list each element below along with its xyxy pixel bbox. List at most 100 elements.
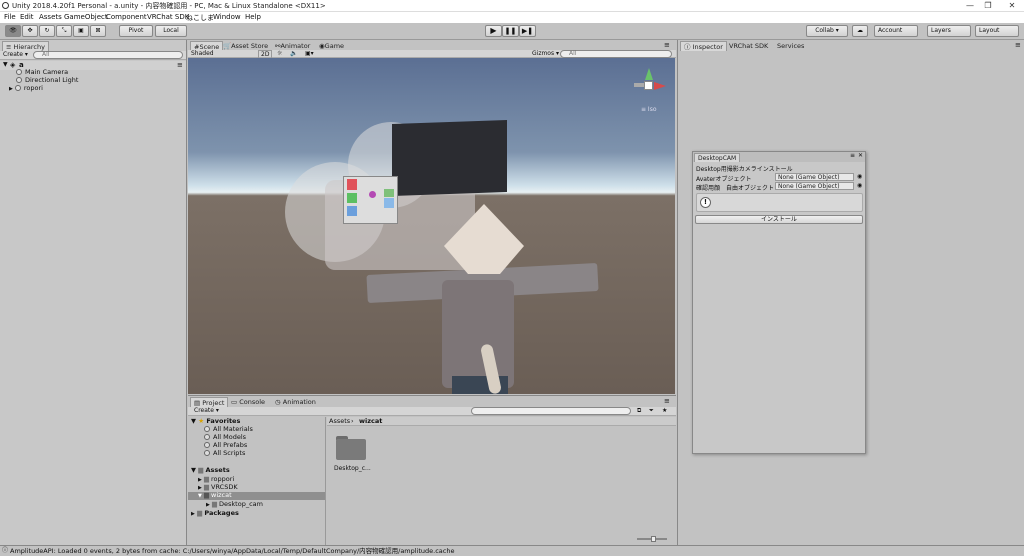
panel-menu-icon[interactable]: ≡ (664, 41, 670, 49)
tab-inspector[interactable]: ⓘ Inspector (680, 41, 727, 51)
tab-animation[interactable]: ◷ Animation (272, 397, 319, 407)
packages-row[interactable]: ▶ ▆ Packages (191, 509, 239, 518)
install-button[interactable]: インストール (695, 215, 863, 224)
minimize-button[interactable]: — (960, 0, 980, 12)
menu-nekoshima[interactable]: ねこしま (186, 13, 214, 23)
slider-thumb[interactable] (651, 536, 656, 542)
account-dropdown[interactable]: Account (874, 25, 918, 37)
project-toolbar: Create ▾ ⧉ ⏷ ★ (188, 407, 676, 416)
breadcrumb-wizcat[interactable]: wizcat (359, 417, 382, 425)
tab-console[interactable]: ▭ Console (228, 397, 268, 407)
move-tool-icon[interactable]: ✥ (22, 25, 38, 37)
effects-dropdown-icon[interactable]: ▣▾ (305, 50, 314, 57)
rect-tool-icon[interactable]: ▣ (73, 25, 89, 37)
tab-project[interactable]: ▤ Project (190, 397, 229, 407)
search-icon (204, 426, 210, 432)
step-button[interactable]: ▶❚ (519, 25, 536, 37)
z-axis-cone[interactable] (634, 83, 644, 87)
gizmo-center-cube[interactable] (644, 81, 653, 90)
hierarchy-item[interactable]: ▶ ropori (9, 84, 43, 93)
scene-search-input[interactable]: All (560, 50, 672, 58)
tab-desktopcam[interactable]: DesktopCAM (694, 153, 741, 162)
breadcrumb-assets[interactable]: Assets (329, 417, 350, 425)
scene-viewport[interactable]: ≡ Iso (188, 58, 675, 394)
object-picker-icon[interactable]: ◉ (857, 173, 862, 180)
lighting-toggle-icon[interactable]: ☼ (277, 50, 282, 57)
maximize-button[interactable]: ❐ (978, 0, 998, 12)
asset-folder-row[interactable]: ▼ ▆ wizcat (198, 491, 232, 500)
selected-folder-row[interactable]: ▼ ▆ wizcat (188, 491, 325, 500)
tab-services[interactable]: Services (774, 41, 807, 51)
expand-arrow-icon[interactable]: ▼ (3, 61, 8, 68)
cloud-icon[interactable]: ☁ (852, 25, 868, 37)
avatar-object-field[interactable]: None (Game Object) (775, 173, 854, 181)
scene-menu-icon[interactable]: ≡ (177, 61, 183, 69)
audio-toggle-icon[interactable]: 🔈 (290, 50, 297, 57)
favorite-item-label: All Models (213, 433, 247, 441)
folder-tile[interactable] (336, 436, 366, 460)
unity-logo-icon (2, 2, 9, 9)
project-create-button[interactable]: Create ▾ (194, 407, 219, 414)
orientation-gizmo[interactable]: ≡ Iso (634, 68, 666, 114)
object-picker-icon[interactable]: ◉ (857, 182, 862, 189)
camera-panel (343, 176, 398, 224)
favorite-item[interactable]: All Scripts (204, 449, 245, 458)
transform-tool-icon[interactable]: ⊠ (90, 25, 106, 37)
hierarchy-item-label: Main Camera (25, 68, 69, 76)
projection-label[interactable]: ≡ Iso (641, 106, 657, 113)
pivot-toggle[interactable]: Pivot (119, 25, 153, 37)
folder-tile-label[interactable]: Desktop_c... (334, 465, 371, 472)
tab-vrchat-sdk[interactable]: VRChat SDK (726, 41, 771, 51)
assets-root-row[interactable]: ▼ ▆ Assets (191, 466, 230, 475)
project-search-input[interactable] (471, 407, 631, 415)
hierarchy-create-button[interactable]: Create ▾ (3, 51, 28, 58)
hand-tool-icon[interactable]: 👁 (5, 25, 21, 37)
local-toggle[interactable]: Local (155, 25, 187, 37)
panel-menu-icon[interactable]: ≡ (664, 397, 670, 405)
layers-dropdown[interactable]: Layers (927, 25, 971, 37)
expand-arrow-icon[interactable]: ▼ (191, 417, 196, 425)
expand-arrow-icon[interactable]: ▶ (191, 511, 195, 517)
menu-help[interactable]: Help (245, 13, 261, 21)
favorite-star-icon[interactable]: ★ (662, 407, 667, 414)
popup-close-icon[interactable]: ✕ (858, 152, 863, 159)
popup-menu-icon[interactable]: ≡ (850, 152, 855, 159)
shading-mode-dropdown[interactable]: Shaded (191, 50, 253, 57)
collab-dropdown[interactable]: Collab ▾ (806, 25, 848, 37)
rotate-tool-icon[interactable]: ↻ (39, 25, 55, 37)
expand-arrow-icon[interactable]: ▶ (9, 86, 13, 92)
menu-vrchat-sdk[interactable]: VRChat SDK (147, 13, 189, 21)
gizmos-dropdown[interactable]: Gizmos ▾ (532, 50, 559, 57)
popup-header: Desktop用撮影カメラインストール (696, 166, 793, 173)
menu-component[interactable]: Component (106, 13, 147, 21)
menu-assets[interactable]: Assets (39, 13, 62, 21)
warning-box: ! (696, 193, 863, 212)
y-axis-cone[interactable] (645, 68, 653, 80)
filter-type-icon[interactable]: ⧉ (637, 407, 641, 415)
tab-hierarchy[interactable]: ≡ Hierarchy (2, 41, 49, 51)
scale-tool-icon[interactable]: ⤡ (56, 25, 72, 37)
expand-arrow-icon[interactable]: ▶ (206, 502, 210, 508)
layout-dropdown[interactable]: Layout (975, 25, 1019, 37)
filter-label-icon[interactable]: ⏷ (649, 407, 654, 415)
menu-edit[interactable]: Edit (20, 13, 34, 21)
close-button[interactable]: ✕ (1002, 0, 1022, 12)
hierarchy-tab-label: Hierarchy (13, 43, 45, 51)
tab-label: Animation (282, 398, 316, 406)
menu-window[interactable]: Window (213, 13, 241, 21)
favorite-item-label: All Materials (213, 425, 253, 433)
menu-gameobject[interactable]: GameObject (64, 13, 108, 21)
x-axis-cone[interactable] (654, 82, 666, 90)
pause-button[interactable]: ❚❚ (502, 25, 519, 37)
menu-bar: File Edit Assets GameObject Component VR… (0, 12, 1024, 23)
asset-folder-row[interactable]: ▶ ▆ Desktop_cam (206, 500, 263, 509)
icon-size-slider[interactable] (637, 536, 667, 542)
panel-menu-icon[interactable]: ≡ (1015, 41, 1021, 49)
tab-label: VRChat SDK (729, 42, 769, 50)
expand-arrow-icon[interactable]: ▼ (191, 466, 196, 474)
hierarchy-search-input[interactable]: All (33, 51, 183, 59)
menu-file[interactable]: File (4, 13, 16, 21)
face-object-field[interactable]: None (Game Object) (775, 182, 854, 190)
play-button[interactable]: ▶ (485, 25, 502, 37)
expand-arrow-icon[interactable]: ▼ (198, 493, 202, 499)
